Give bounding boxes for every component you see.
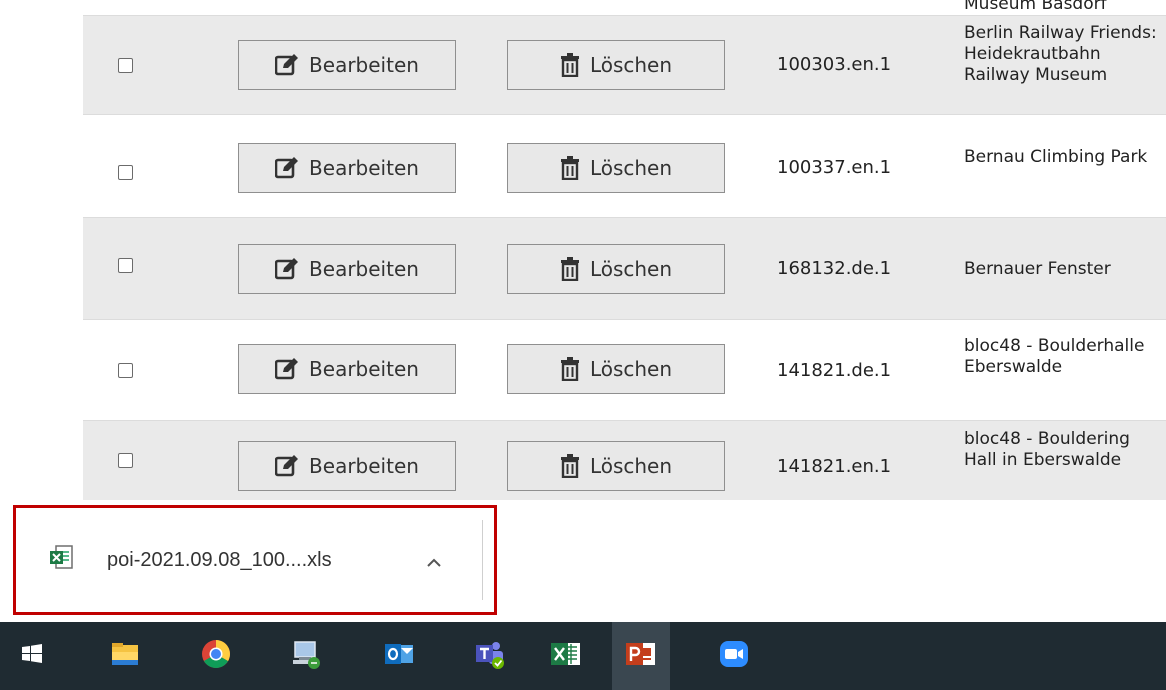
delete-button[interactable]: Löschen	[507, 40, 725, 90]
row-checkbox[interactable]	[118, 258, 133, 273]
trash-icon	[560, 257, 579, 281]
table-row-partial: Museum Basdorf	[83, 0, 1166, 16]
delete-label: Löschen	[589, 257, 673, 281]
poi-name: Bernau Climbing Park	[964, 147, 1148, 167]
delete-button[interactable]: Löschen	[507, 143, 725, 193]
download-divider	[482, 520, 483, 600]
trash-icon	[560, 357, 579, 381]
delete-label: Löschen	[589, 357, 673, 381]
poi-name: bloc48 - Boulderhalle Eberswalde	[964, 336, 1145, 377]
trash-icon	[560, 454, 579, 478]
delete-label: Löschen	[589, 454, 673, 478]
edit-label: Bearbeiten	[309, 53, 419, 77]
delete-label: Löschen	[589, 53, 673, 77]
table-row: Bearbeiten Löschen 141821.en.1 bloc48 - …	[83, 421, 1166, 500]
edit-button[interactable]: Bearbeiten	[238, 344, 456, 394]
row-checkbox[interactable]	[118, 165, 133, 180]
excel-file-icon	[50, 545, 73, 569]
delete-button[interactable]: Löschen	[507, 244, 725, 294]
trash-icon	[560, 53, 579, 77]
chrome-icon[interactable]	[198, 636, 234, 672]
poi-id: 100303.en.1	[777, 54, 892, 75]
delete-button[interactable]: Löschen	[507, 344, 725, 394]
row-checkbox[interactable]	[118, 363, 133, 378]
edit-label: Bearbeiten	[309, 257, 419, 281]
edit-icon	[275, 258, 299, 280]
edit-button[interactable]: Bearbeiten	[238, 441, 456, 491]
poi-id: 141821.en.1	[777, 456, 892, 477]
poi-id: 141821.de.1	[777, 360, 892, 381]
edit-label: Bearbeiten	[309, 357, 419, 381]
table-row: Bearbeiten Löschen 141821.de.1 bloc48 - …	[83, 320, 1166, 421]
edit-icon	[275, 358, 299, 380]
poi-name: Berlin Railway Friends: Heidekrautbahn R…	[964, 23, 1157, 85]
download-file-name: poi-2021.09.08_100....xls	[107, 549, 332, 571]
edit-label: Bearbeiten	[309, 454, 419, 478]
network-app-icon[interactable]	[289, 636, 325, 672]
delete-label: Löschen	[589, 156, 673, 180]
poi-name: bloc48 - Bouldering Hall in Eberswalde	[964, 429, 1130, 470]
edit-button[interactable]: Bearbeiten	[238, 143, 456, 193]
poi-name: Museum Basdorf	[964, 0, 1107, 14]
edit-label: Bearbeiten	[309, 156, 419, 180]
row-checkbox[interactable]	[118, 453, 133, 468]
edit-icon	[275, 455, 299, 477]
edit-icon	[275, 157, 299, 179]
edit-button[interactable]: Bearbeiten	[238, 244, 456, 294]
poi-id: 100337.en.1	[777, 157, 892, 178]
zoom-icon[interactable]	[716, 636, 752, 672]
outlook-icon[interactable]	[381, 636, 417, 672]
edit-icon	[275, 54, 299, 76]
table-row: Bearbeiten Löschen 168132.de.1 Bernauer …	[83, 218, 1166, 320]
file-explorer-icon[interactable]	[107, 636, 143, 672]
row-checkbox[interactable]	[118, 58, 133, 73]
delete-button[interactable]: Löschen	[507, 441, 725, 491]
table-row: Bearbeiten Löschen 100303.en.1 Berlin Ra…	[83, 16, 1166, 115]
poi-table: Museum Basdorf Bearbeiten Löschen 100303…	[83, 0, 1166, 500]
powerpoint-icon[interactable]	[623, 636, 659, 672]
poi-id: 168132.de.1	[777, 258, 892, 279]
teams-icon[interactable]	[472, 636, 508, 672]
excel-icon[interactable]	[548, 636, 584, 672]
poi-name: Bernauer Fenster	[964, 259, 1111, 279]
chevron-up-icon[interactable]	[425, 554, 443, 572]
edit-button[interactable]: Bearbeiten	[238, 40, 456, 90]
table-row: Bearbeiten Löschen 100337.en.1 Bernau Cl…	[83, 115, 1166, 218]
trash-icon	[560, 156, 579, 180]
windows-start-icon[interactable]	[14, 636, 50, 672]
